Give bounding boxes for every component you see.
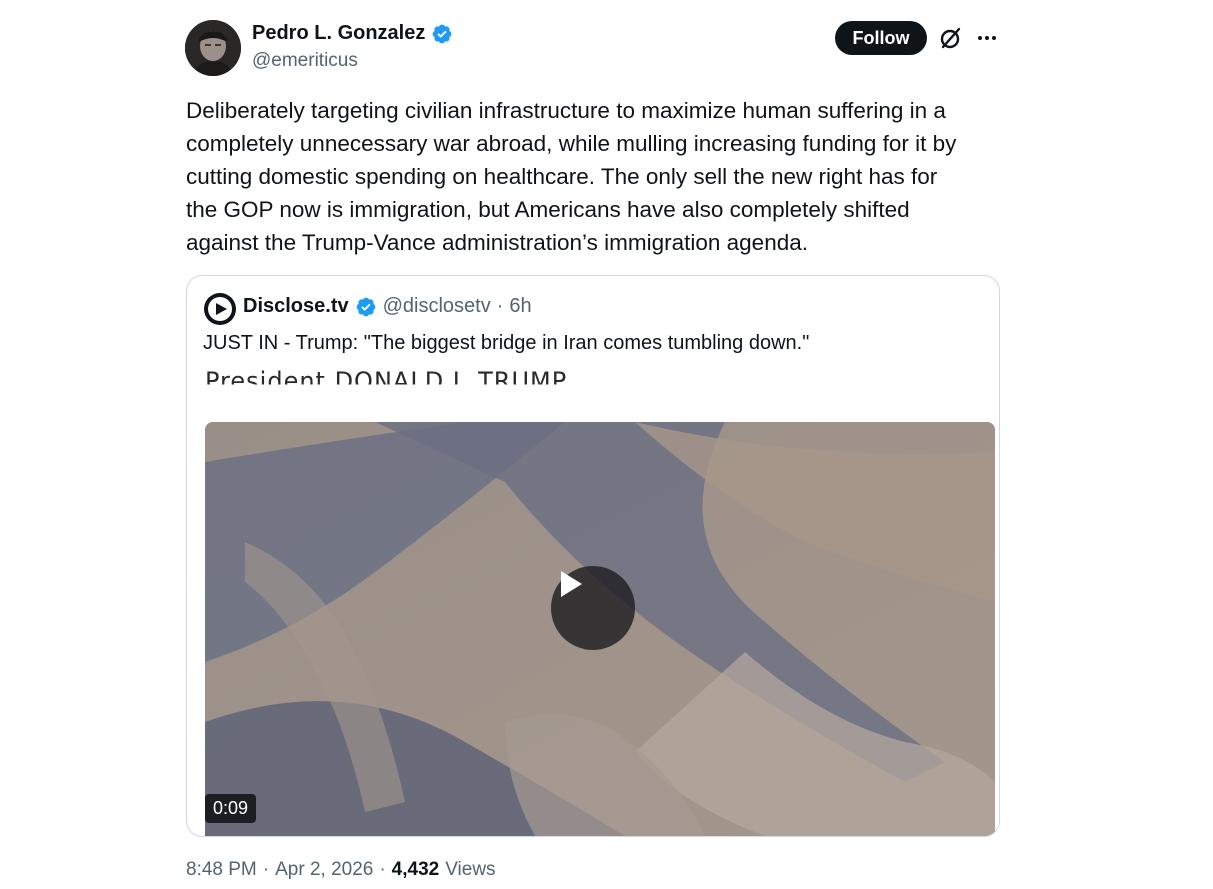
more-icon[interactable] [975,26,999,50]
more-dot [985,36,989,40]
verified-badge-icon [356,297,376,316]
play-icon [561,571,582,597]
play-button[interactable] [551,566,635,650]
author-name-row: Pedro L. Gonzalez [252,22,453,45]
video-player[interactable]: 0:09 [205,422,995,836]
author-name[interactable]: Pedro L. Gonzalez [252,22,425,45]
meta-separator: · [496,295,504,317]
disclose-logo-icon [204,293,236,325]
meta-separator: · [262,859,270,880]
views-count: 4,432 [391,859,440,880]
quote-author-handle: @disclosetv [382,295,491,317]
video-caption-overlay: President DONALD J. TRUMP [205,366,568,385]
meta-separator: · [379,859,386,880]
verified-badge-icon [432,24,452,43]
author-avatar[interactable] [185,20,241,76]
post: Pedro L. Gonzalez @emeriticus Follow Del… [0,0,1213,889]
quote-age: 6h [509,295,532,317]
post-metadata: 8:48 PM · Apr 2, 2026 · 4,432 Views [186,859,496,881]
video-duration: 0:09 [205,794,257,823]
author-handle[interactable]: @emeriticus [252,50,358,72]
post-date[interactable]: Apr 2, 2026 [275,859,373,881]
more-dot [992,36,996,40]
quote-text: JUST IN - Trump: "The biggest bridge in … [203,332,810,354]
views-label: Views [445,859,496,880]
follow-button[interactable]: Follow [835,21,927,55]
more-dot [978,36,982,40]
post-time[interactable]: 8:48 PM [186,859,257,881]
quoted-post[interactable]: Disclose.tv @disclosetv · 6h JUST IN - T… [186,275,1000,837]
quote-author-name: Disclose.tv [243,295,349,317]
quote-header: Disclose.tv @disclosetv · 6h [243,295,532,318]
post-text: Deliberately targeting civilian infrastr… [186,98,957,255]
grok-icon[interactable] [938,25,964,51]
